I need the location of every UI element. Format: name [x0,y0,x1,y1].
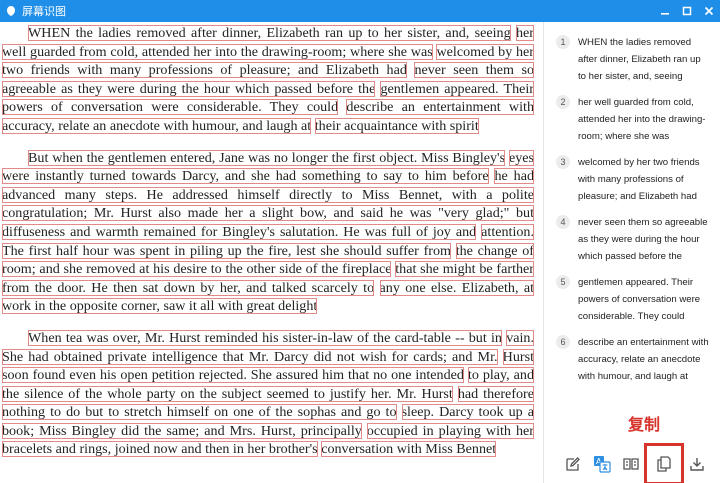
window-controls [654,0,720,22]
result-text: her well guarded from cold, attended her… [578,97,706,142]
app-logo-icon [4,4,18,18]
result-number-badge: 5 [556,275,570,289]
result-text: never seen them so agreeable as they wer… [578,217,708,262]
ocr-text-line[interactable]: congratulation; Mr. Hurst also made her … [2,205,534,222]
copy-button[interactable] [644,442,684,483]
copy-callout-label: 复制 [628,415,661,434]
translate-icon[interactable]: A [589,449,615,479]
close-icon[interactable] [698,0,720,22]
result-text: welcomed by her two friends with many pr… [578,157,700,202]
result-item[interactable]: 3 welcomed by her two friends with many … [548,154,720,205]
minimize-icon[interactable] [654,0,676,22]
result-number-badge: 6 [556,335,570,349]
download-icon[interactable] [684,449,710,479]
title-bar: 屏幕识图 [0,0,720,22]
ocr-text-line[interactable]: their acquaintance with spirit [314,117,479,134]
results-toolbar: A [548,442,720,483]
result-item[interactable]: 4 never seen them so agreeable as they w… [548,214,720,265]
pane-divider[interactable] [543,22,544,483]
document-paragraph: WHEN the ladies removed after dinner, El… [2,24,535,136]
ocr-text-line[interactable]: diffuseness and warmth remained for Bing… [2,223,477,240]
source-image-pane: WHEN the ladies removed after dinner, El… [0,22,540,483]
ocr-text-line[interactable]: conversation with Miss Bennet [321,441,497,458]
result-number-badge: 3 [556,155,570,169]
edit-icon[interactable] [560,449,586,479]
document-paragraph: When tea was over, Mr. Hurst reminded hi… [2,329,535,459]
result-number-badge: 2 [556,95,570,109]
result-number-badge: 4 [556,215,570,229]
result-item[interactable]: 6 describe an entertainment with accurac… [548,334,720,385]
read-aloud-icon[interactable] [618,449,644,479]
window-title: 屏幕识图 [22,5,66,18]
result-item[interactable]: 5 gentlemen appeared. Their powers of co… [548,274,720,325]
copy-icon [657,455,671,472]
result-text: WHEN the ladies removed after dinner, El… [578,37,701,82]
ocr-text-line[interactable]: But when the gentlemen entered, Jane was… [28,149,506,166]
document-paragraph: But when the gentlemen entered, Jane was… [2,149,535,316]
result-text: gentlemen appeared. Their powers of conv… [578,277,701,322]
maximize-icon[interactable] [676,0,698,22]
result-item[interactable]: 2 her well guarded from cold, attended h… [548,94,720,145]
result-text: describe an entertainment with accuracy,… [578,337,709,382]
result-number-badge: 1 [556,35,570,49]
recognition-results-list: 1 WHEN the ladies removed after dinner, … [548,22,720,444]
ocr-text-line[interactable]: When tea was over, Mr. Hurst reminded hi… [28,329,502,346]
ocr-text-line[interactable]: WHEN the ladies removed after dinner, El… [28,25,511,41]
result-item[interactable]: 1 WHEN the ladies removed after dinner, … [548,34,720,85]
